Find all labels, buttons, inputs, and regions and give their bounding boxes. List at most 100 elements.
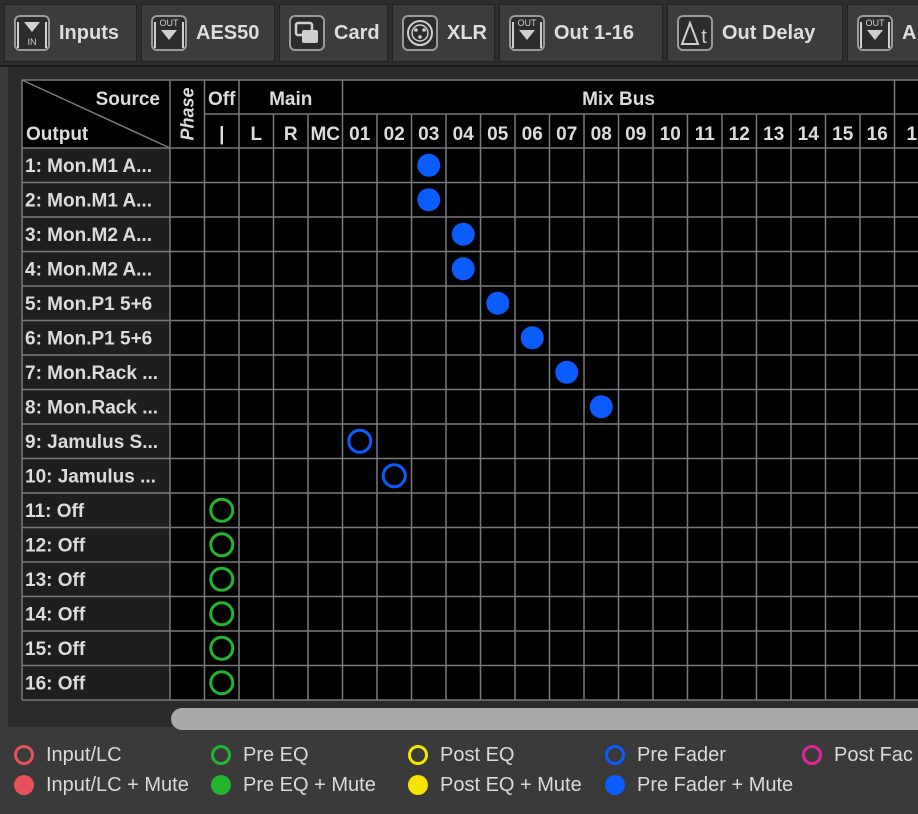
tab-label: XLR (447, 21, 487, 44)
route-dot[interactable] (589, 395, 613, 419)
legend-label: Input/LC (46, 743, 122, 766)
header-main: Main (269, 89, 312, 110)
header-main-mc: MC (310, 124, 340, 145)
tab-inputs[interactable]: IN Inputs (4, 4, 137, 62)
tab-xlr[interactable]: XLR (392, 4, 495, 62)
route-dot[interactable] (520, 326, 544, 350)
header-mixbus-07: 07 (556, 124, 577, 145)
legend-item: Input/LC (14, 741, 122, 769)
header-mix-bus: Mix Bus (582, 89, 655, 110)
legend-item: Pre Fader + Mute (605, 771, 793, 799)
svg-text:IN: IN (28, 37, 37, 47)
output-row-label: 6: Mon.P1 5+6 (25, 329, 152, 350)
legend-swatch-icon (14, 775, 34, 795)
tab-aes50[interactable]: OUT AES50 (141, 4, 275, 62)
svg-text:t: t (701, 26, 707, 48)
header-mixbus-11: 11 (695, 124, 716, 145)
legend-item: Post EQ (408, 741, 514, 769)
horizontal-scrollbar[interactable] (171, 708, 918, 730)
svg-text:OUT: OUT (866, 18, 886, 28)
output-out-icon: OUT (150, 14, 188, 52)
legend-item: Pre EQ + Mute (211, 771, 376, 799)
legend-label: Pre EQ + Mute (243, 773, 376, 796)
toolbar: IN Inputs OUT AES50 Card XLR OUT Out 1-16 t Out D… (0, 0, 918, 67)
legend-label: Pre Fader (637, 743, 726, 766)
legend-swatch-icon (211, 745, 231, 765)
route-dot[interactable] (451, 222, 475, 246)
legend-swatch-icon (408, 775, 428, 795)
input-in-icon: IN (13, 14, 51, 52)
legend-swatch-icon (14, 745, 34, 765)
tab-label: Out 1-16 (554, 21, 635, 44)
header-main-l: L (250, 124, 262, 145)
legend-label: Post Fac (834, 743, 913, 766)
output-row-label: 8: Mon.Rack ... (25, 398, 158, 419)
route-dot[interactable] (555, 360, 579, 384)
output-row-label: 1: Mon.M1 A... (25, 156, 152, 177)
legend-item: Input/LC + Mute (14, 771, 189, 799)
output-row-label: 16: Off (25, 674, 86, 695)
output-row-label: 4: Mon.M2 A... (25, 260, 152, 281)
output-row-label: 5: Mon.P1 5+6 (25, 294, 152, 315)
tab-card[interactable]: Card (279, 4, 388, 62)
header-main-r: R (284, 124, 298, 145)
legend-item: Pre EQ (211, 741, 309, 769)
output-row-label: 7: Mon.Rack ... (25, 363, 158, 384)
legend-swatch-icon (211, 775, 231, 795)
header-off: Off (208, 89, 236, 110)
legend-label: Post EQ (440, 743, 515, 766)
header-mixbus-04: 04 (453, 124, 475, 145)
header-mixbus-05: 05 (487, 124, 509, 145)
legend-swatch-icon (605, 745, 625, 765)
legend-item: Post EQ + Mute (408, 771, 582, 799)
tab-a[interactable]: OUT A (847, 4, 918, 62)
legend-label: Pre Fader + Mute (637, 773, 794, 796)
header-mixbus-12: 12 (729, 124, 750, 145)
xlr-connector-icon (401, 14, 439, 52)
header-mixbus-15: 15 (832, 124, 854, 145)
output-out-icon: OUT (856, 14, 894, 52)
legend-item: Post Fac (802, 741, 913, 769)
tab-label: A (902, 21, 917, 44)
header-phase: Phase (177, 87, 197, 140)
header-mixbus-16: 16 (867, 124, 888, 145)
header-mixbus-08: 08 (591, 124, 612, 145)
header-off-sub: | (219, 124, 224, 145)
output-out-icon: OUT (508, 14, 546, 52)
legend-label: Post EQ + Mute (440, 773, 582, 796)
tab-out-delay[interactable]: t Out Delay (667, 4, 843, 62)
header-mixbus-1: 1 (906, 124, 917, 145)
tab-label: Inputs (59, 21, 119, 44)
output-row-label: 15: Off (25, 639, 86, 660)
header-mixbus-01: 01 (349, 124, 371, 145)
output-row-label: 13: Off (25, 570, 86, 591)
tab-label: Card (334, 21, 380, 44)
routing-matrix-panel: Source Output Phase Off | Main L R MC Mix Bus 01 02… (8, 67, 918, 727)
route-dot[interactable] (417, 153, 441, 177)
header-source: Source (96, 89, 160, 110)
output-row-label: 9: Jamulus S... (25, 432, 158, 453)
route-dot[interactable] (486, 291, 510, 315)
header-mixbus-14: 14 (798, 124, 820, 145)
tab-out-1-16[interactable]: OUT Out 1-16 (499, 4, 663, 62)
header-mixbus-10: 10 (660, 124, 681, 145)
legend-item: Pre Fader (605, 741, 726, 769)
legend-label: Pre EQ (243, 743, 309, 766)
output-row-label: 14: Off (25, 605, 86, 626)
tab-label: AES50 (196, 21, 260, 44)
route-dot[interactable] (417, 188, 441, 212)
legend: Input/LC Pre EQ Post EQ Pre Fader Post Fac In… (0, 736, 918, 814)
routing-matrix: Source Output Phase Off | Main L R MC Mix Bus 01 02… (21, 79, 918, 701)
legend-label: Input/LC + Mute (46, 773, 189, 796)
route-dot[interactable] (451, 257, 475, 281)
legend-swatch-icon (802, 745, 822, 765)
delta-t-icon: t (676, 14, 714, 52)
header-output: Output (26, 124, 89, 145)
output-row-label: 3: Mon.M2 A... (25, 225, 152, 246)
card-icon (288, 14, 326, 52)
tab-label: Out Delay (722, 21, 816, 44)
header-mixbus-02: 02 (384, 124, 405, 145)
header-mixbus-03: 03 (418, 124, 439, 145)
svg-text:OUT: OUT (518, 18, 538, 28)
output-row-label: 10: Jamulus ... (25, 467, 156, 488)
